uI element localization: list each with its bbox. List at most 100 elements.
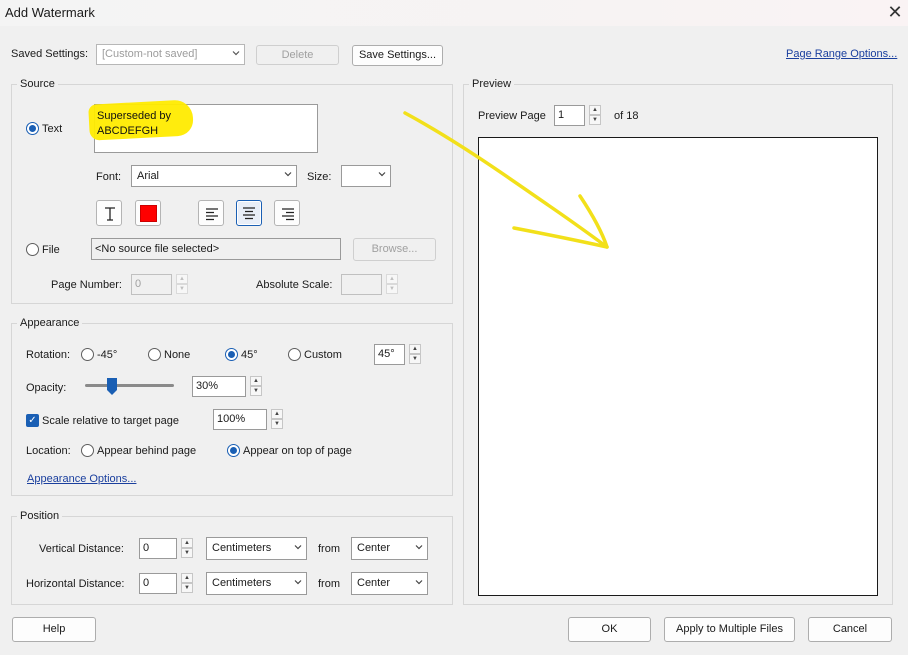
opacity-input[interactable]: 30%	[192, 376, 246, 397]
appearance-group-label: Appearance	[17, 317, 83, 329]
location-on-top-radio[interactable]	[227, 444, 240, 457]
vertical-from-dropdown[interactable]: Center	[351, 537, 428, 560]
stepper-up-icon[interactable]: ▲	[181, 538, 193, 548]
rotation-minus45-radio[interactable]	[81, 348, 94, 361]
absolute-scale-stepper[interactable]: ▲ ▼	[386, 274, 398, 295]
page-range-options-link[interactable]: Page Range Options...	[786, 48, 897, 60]
window-title: Add Watermark	[5, 5, 95, 20]
close-icon[interactable]: ✕	[886, 2, 904, 22]
rotation-45-label: 45°	[241, 349, 258, 361]
align-center-icon	[243, 207, 255, 220]
apply-multiple-files-button[interactable]: Apply to Multiple Files	[664, 617, 795, 642]
text-line-2: ABCDEFGH	[97, 125, 159, 137]
text-line-1: Superseded by	[97, 110, 171, 122]
color-swatch-icon	[140, 205, 157, 222]
align-right-button[interactable]	[274, 200, 300, 226]
opacity-label: Opacity:	[26, 382, 67, 394]
text-option-label: Text	[42, 123, 63, 135]
file-radio[interactable]	[26, 243, 39, 256]
location-behind-radio[interactable]	[81, 444, 94, 457]
size-label: Size:	[307, 171, 332, 183]
rotation-none-radio[interactable]	[148, 348, 161, 361]
cancel-button[interactable]: Cancel	[808, 617, 892, 642]
horizontal-from-dropdown[interactable]: Center	[351, 572, 428, 595]
page-number-label: Page Number:	[51, 279, 122, 291]
absolute-scale-input[interactable]	[341, 274, 382, 295]
rotation-none-label: None	[164, 349, 191, 361]
saved-settings-value: [Custom-not saved]	[102, 48, 198, 60]
saved-settings-dropdown[interactable]: [Custom-not saved]	[96, 44, 245, 65]
opacity-slider-track[interactable]	[85, 384, 174, 387]
location-behind-label: Appear behind page	[97, 445, 197, 457]
help-button[interactable]: Help	[12, 617, 96, 642]
align-left-button[interactable]	[198, 200, 224, 226]
page-number-stepper[interactable]: ▲ ▼	[176, 274, 188, 295]
stepper-down-icon[interactable]: ▼	[386, 284, 398, 294]
scale-stepper[interactable]: ▲ ▼	[271, 409, 283, 430]
text-radio[interactable]	[26, 122, 39, 135]
absolute-scale-label: Absolute Scale:	[256, 279, 333, 291]
stepper-down-icon[interactable]: ▼	[181, 583, 193, 593]
rotation-label: Rotation:	[26, 349, 71, 361]
stepper-up-icon[interactable]: ▲	[589, 105, 601, 115]
stepper-up-icon[interactable]: ▲	[181, 573, 193, 583]
horizontal-distance-label: Horizontal Distance:	[26, 578, 125, 590]
vertical-distance-input[interactable]: 0	[139, 538, 177, 559]
stepper-down-icon[interactable]: ▼	[250, 386, 262, 396]
vertical-unit-dropdown[interactable]: Centimeters	[206, 537, 307, 560]
scale-input[interactable]: 100%	[213, 409, 267, 430]
page-number-input[interactable]: 0	[131, 274, 172, 295]
rotation-minus45-label: -45°	[97, 349, 118, 361]
stepper-up-icon[interactable]: ▲	[386, 274, 398, 284]
stepper-up-icon[interactable]: ▲	[250, 376, 262, 386]
horizontal-from-value: Center	[357, 577, 391, 589]
horizontal-distance-input[interactable]: 0	[139, 573, 177, 594]
custom-rotation-input[interactable]: 45°	[374, 344, 405, 365]
appearance-options-link[interactable]: Appearance Options...	[27, 473, 136, 485]
delete-button[interactable]: Delete	[256, 45, 339, 65]
saved-settings-label: Saved Settings:	[11, 48, 89, 60]
custom-rotation-stepper[interactable]: ▲ ▼	[409, 344, 421, 365]
horizontal-from-label: from	[318, 578, 340, 590]
vertical-from-label: from	[318, 543, 340, 555]
text-style-icon	[105, 207, 115, 221]
stepper-up-icon[interactable]: ▲	[176, 274, 188, 284]
save-settings-button[interactable]: Save Settings...	[352, 45, 443, 66]
stepper-up-icon[interactable]: ▲	[409, 344, 421, 354]
rotation-45-radio[interactable]	[225, 348, 238, 361]
font-label: Font:	[96, 171, 122, 183]
align-left-icon	[206, 208, 218, 221]
opacity-stepper[interactable]: ▲ ▼	[250, 376, 262, 397]
stepper-down-icon[interactable]: ▼	[181, 548, 193, 558]
stepper-down-icon[interactable]: ▼	[409, 354, 421, 364]
stepper-down-icon[interactable]: ▼	[589, 115, 601, 125]
scale-checkbox[interactable]: ✓	[26, 414, 39, 427]
stepper-down-icon[interactable]: ▼	[176, 284, 188, 294]
font-dropdown[interactable]: Arial	[131, 165, 297, 187]
text-color-button[interactable]	[135, 200, 161, 226]
stepper-up-icon[interactable]: ▲	[271, 409, 283, 419]
vertical-unit-value: Centimeters	[212, 542, 272, 554]
browse-button[interactable]: Browse...	[353, 238, 436, 261]
preview-group-label: Preview	[469, 78, 515, 90]
vertical-distance-stepper[interactable]: ▲ ▼	[181, 538, 193, 559]
text-style-button[interactable]	[96, 200, 122, 226]
preview-page-stepper[interactable]: ▲ ▼	[589, 105, 601, 126]
align-center-button[interactable]	[236, 200, 262, 226]
rotation-custom-radio[interactable]	[288, 348, 301, 361]
chevron-down-icon	[284, 172, 292, 177]
preview-page-input[interactable]: 1	[554, 105, 585, 126]
ok-button[interactable]: OK	[568, 617, 651, 642]
title-bar	[0, 0, 908, 26]
source-file-field[interactable]: <No source file selected>	[91, 238, 341, 260]
position-group-label: Position	[17, 510, 63, 522]
size-dropdown[interactable]	[341, 165, 391, 187]
horizontal-unit-dropdown[interactable]: Centimeters	[206, 572, 307, 595]
location-label: Location:	[26, 445, 71, 457]
watermark-text-input[interactable]: Superseded by ABCDEFGH	[88, 99, 318, 153]
vertical-distance-label: Vertical Distance:	[39, 543, 124, 555]
stepper-down-icon[interactable]: ▼	[271, 419, 283, 429]
opacity-slider-thumb[interactable]	[106, 377, 118, 396]
horizontal-distance-stepper[interactable]: ▲ ▼	[181, 573, 193, 594]
chevron-down-icon	[294, 544, 302, 549]
